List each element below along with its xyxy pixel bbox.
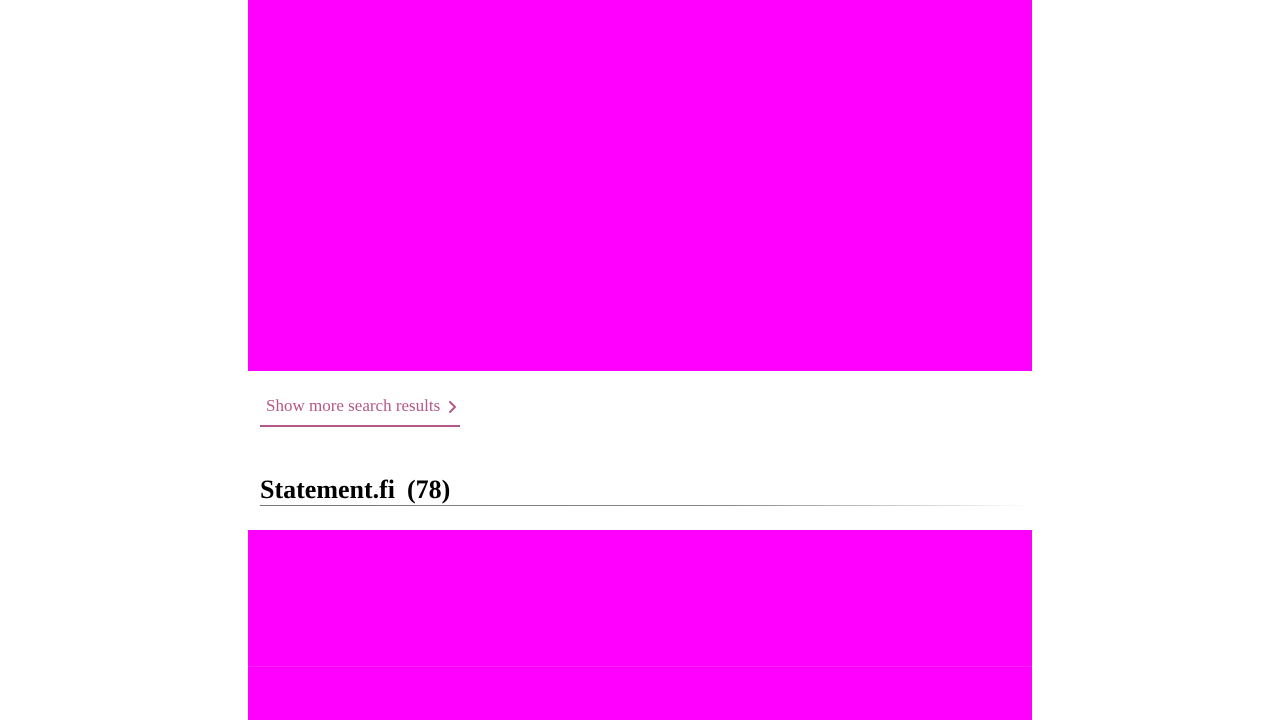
- show-more-results-link[interactable]: Show more search results: [260, 390, 460, 427]
- section-count: (78): [407, 475, 451, 504]
- media-placeholder-bottom: [248, 530, 1032, 720]
- section-heading: Statement.fi (78): [260, 474, 1032, 506]
- media-divider: [248, 666, 1032, 667]
- media-placeholder-top: [248, 0, 1032, 371]
- content-column: Show more search results Statement.fi (78…: [248, 0, 1032, 720]
- show-more-results-label: Show more search results: [266, 395, 441, 415]
- chevron-right-icon: [447, 399, 459, 413]
- section-title: Statement.fi: [260, 475, 396, 504]
